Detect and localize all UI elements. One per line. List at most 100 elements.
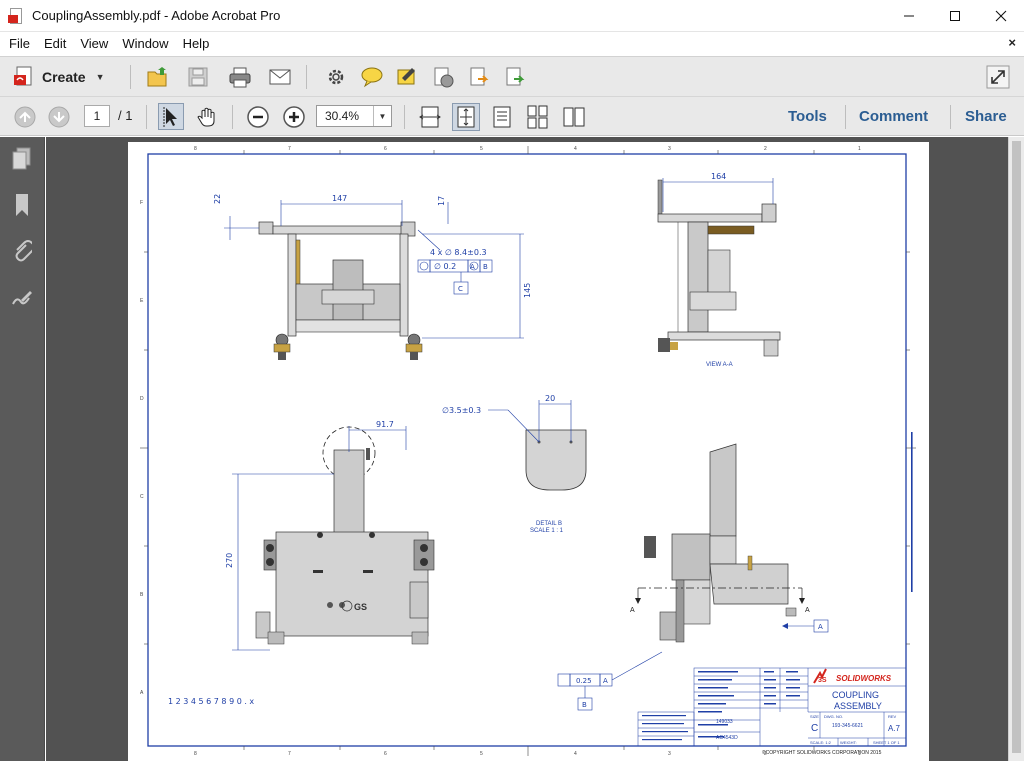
file-path-note [911, 432, 913, 592]
next-page-button[interactable] [46, 104, 72, 130]
sign-pen-icon [397, 68, 415, 85]
sheet-size: C [811, 723, 818, 734]
bookmark-icon [16, 194, 28, 216]
pdf-page: 8 7 6 5 4 3 2 1 8 7 6 5 4 3 2 1 F E D C [128, 142, 929, 761]
datum-a-label: A [818, 623, 823, 631]
fcf-datum-b: B [483, 263, 488, 271]
toolbar-separator [306, 65, 307, 89]
detail-caption: DETAIL B [536, 521, 562, 527]
arrow-up-icon [14, 106, 36, 128]
export-button[interactable] [466, 63, 494, 91]
page-total: / 1 [118, 108, 133, 123]
zoom-level-select[interactable]: 30.4% ▼ [316, 105, 392, 127]
page-number-input[interactable]: 1 [84, 105, 110, 127]
fit-width-button[interactable] [416, 103, 444, 131]
expand-icon [986, 65, 1010, 89]
dimension-height-145: 145 [523, 283, 532, 298]
zoom-value: 30.4% [325, 109, 360, 123]
main-toolbar: Create ▼ [0, 56, 1024, 96]
close-window-button[interactable] [978, 0, 1024, 32]
minimize-button[interactable] [886, 0, 932, 32]
border-zone-number: 7 [288, 751, 291, 757]
select-tool-button[interactable] [158, 103, 184, 130]
hand-tool-button[interactable] [194, 103, 220, 130]
open-folder-icon [147, 67, 167, 87]
dimension-width-164: 164 [711, 172, 726, 181]
settings-button[interactable] [322, 63, 350, 91]
section-label-right: A [805, 607, 810, 614]
open-button[interactable] [144, 63, 172, 91]
dimension-width-147: 147 [332, 194, 347, 203]
attachments-button[interactable] [10, 239, 34, 263]
zoom-in-button[interactable] [280, 103, 308, 131]
toolbar-separator [146, 105, 147, 129]
send-button[interactable] [502, 63, 530, 91]
print-button[interactable] [226, 63, 254, 91]
fit-page-button[interactable] [452, 103, 480, 131]
gs-mark-icon: GS [354, 602, 367, 612]
cursor-select-icon [163, 106, 177, 127]
plus-circle-icon [283, 106, 305, 128]
create-pdf-icon [14, 66, 32, 86]
menu-view[interactable]: View [73, 36, 115, 51]
printer-icon [229, 67, 251, 88]
maximize-button[interactable] [932, 0, 978, 32]
share-pane-button[interactable]: Share [965, 108, 1007, 125]
border-zone-letter: F [140, 200, 143, 206]
comment-pane-button[interactable]: Comment [859, 108, 928, 125]
size-label: SIZE [810, 714, 819, 719]
view-caption-aa: VIEW A-A [706, 362, 733, 368]
title-block-fine-print [642, 671, 800, 741]
highlight-button[interactable] [394, 63, 422, 91]
ruler-text: 1 2 3 4 5 6 7 8 9 0 . x [168, 697, 254, 706]
copyright-line: ©COPYRIGHT SOLIDWORKS CORPORATION 2015 [762, 749, 882, 756]
close-document-button[interactable]: × [1008, 35, 1016, 50]
toolbar-separator [950, 105, 951, 129]
pages-icon [12, 147, 31, 170]
drawing-title-line1: COUPLING [832, 690, 879, 700]
vertical-scrollbar[interactable] [1008, 137, 1024, 761]
save-button[interactable] [184, 63, 212, 91]
diameter-callout: ∅3.5±0.3 [442, 406, 481, 415]
email-button[interactable] [266, 63, 294, 91]
zoom-out-button[interactable] [244, 103, 272, 131]
minus-circle-icon [247, 106, 269, 128]
chevron-down-icon[interactable]: ▼ [373, 106, 391, 126]
toolbar-separator [130, 65, 131, 89]
two-page-scroll-button[interactable] [524, 103, 552, 131]
dimension-height-270: 270 [225, 553, 234, 568]
two-page-button[interactable] [560, 103, 588, 131]
document-export-icon [470, 67, 489, 86]
part-number-2: AC4543D [716, 735, 738, 741]
protect-button[interactable] [430, 63, 458, 91]
detail-scale: SCALE 1 : 1 [530, 528, 564, 534]
detail-b-view [525, 429, 587, 491]
create-button[interactable]: Create ▼ [12, 63, 105, 91]
speech-bubble-icon [361, 67, 383, 88]
comment-button[interactable] [358, 63, 386, 91]
tools-pane-button[interactable]: Tools [788, 108, 827, 125]
toolbar-separator [845, 105, 846, 129]
two-page-grid-icon [527, 105, 548, 129]
window-title: CouplingAssembly.pdf - Adobe Acrobat Pro [32, 8, 281, 23]
page-thumbnails-button[interactable] [10, 147, 34, 171]
border-zone-letter: E [140, 298, 144, 304]
signatures-button[interactable] [10, 285, 34, 309]
previous-page-button[interactable] [12, 104, 38, 130]
bookmarks-button[interactable] [10, 193, 34, 217]
menu-file[interactable]: File [0, 36, 37, 51]
single-page-button[interactable] [488, 103, 516, 131]
expand-view-button[interactable] [984, 63, 1012, 91]
document-viewport[interactable]: 8 7 6 5 4 3 2 1 8 7 6 5 4 3 2 1 F E D C [46, 137, 1008, 761]
signature-pen-icon [12, 291, 32, 305]
border-zone-number: 8 [194, 146, 197, 152]
scrollbar-thumb[interactable] [1012, 141, 1021, 753]
menu-edit[interactable]: Edit [37, 36, 73, 51]
close-icon [995, 10, 1007, 22]
menu-window[interactable]: Window [115, 36, 175, 51]
border-zone-number: 7 [288, 146, 291, 152]
mail-icon [269, 69, 291, 85]
arrow-down-icon [48, 106, 70, 128]
menu-help[interactable]: Help [176, 36, 217, 51]
revision: A.7 [888, 724, 901, 733]
